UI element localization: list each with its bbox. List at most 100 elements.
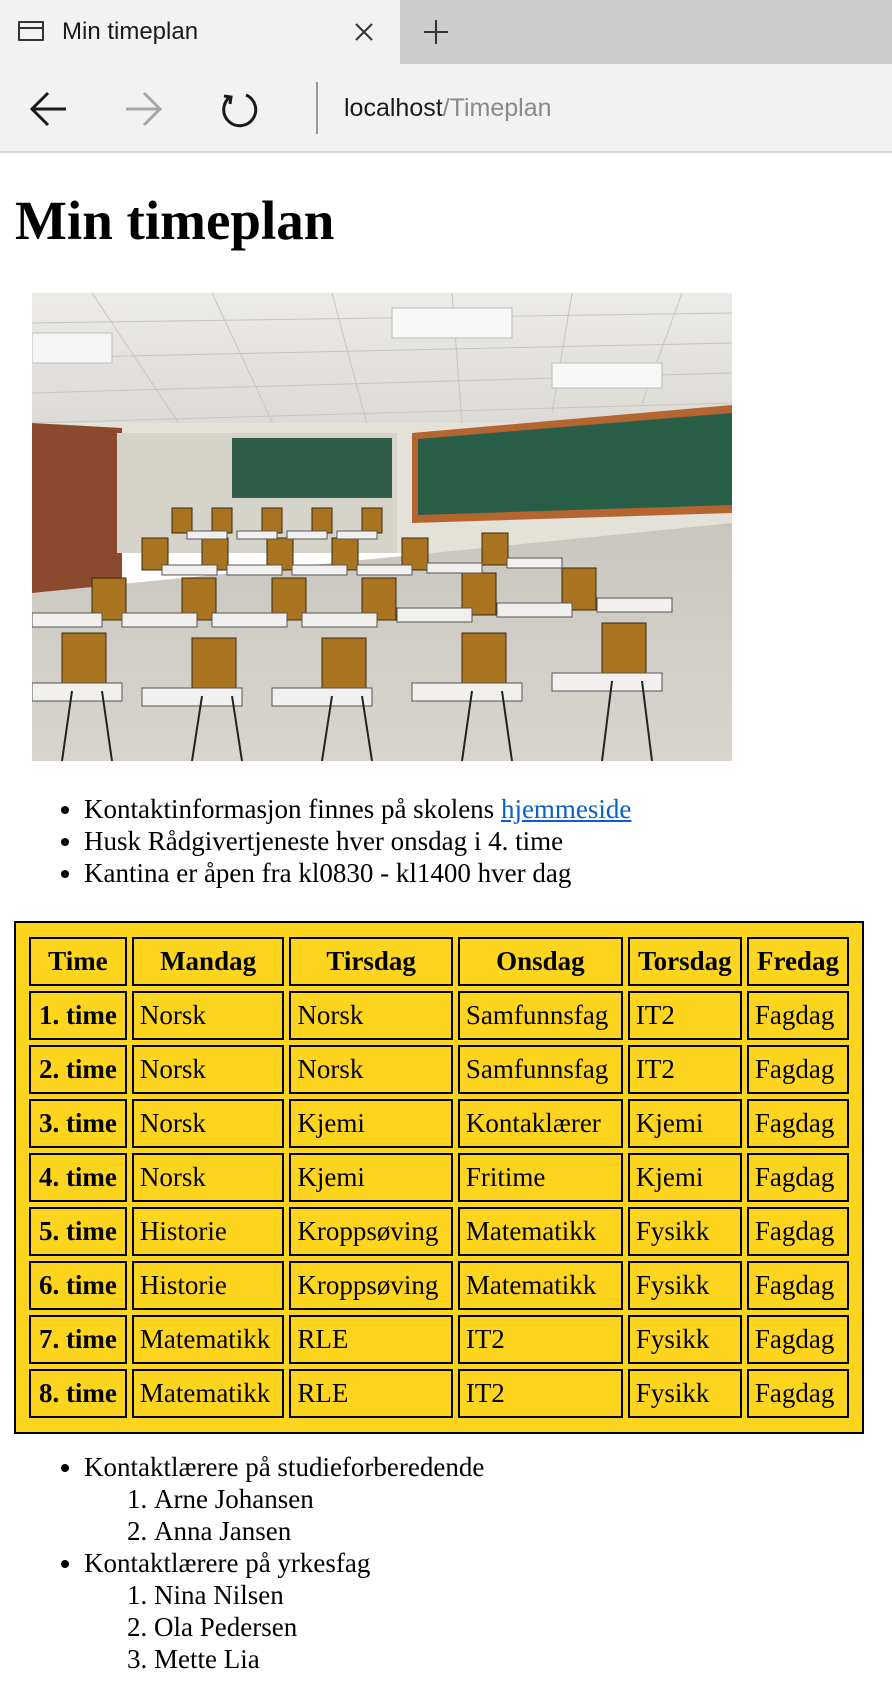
table-cell: Norsk	[131, 991, 285, 1040]
table-cell: Fysikk	[627, 1207, 742, 1256]
homepage-link[interactable]: hjemmeside	[501, 794, 631, 824]
row-header: 6. time	[29, 1261, 127, 1310]
table-cell: Fysikk	[627, 1369, 742, 1418]
table-cell: Kroppsøving	[289, 1207, 453, 1256]
table-cell: Fysikk	[627, 1315, 742, 1364]
row-header: 7. time	[29, 1315, 127, 1364]
teacher-group-title: Kontaktlærere på yrkesfag	[84, 1548, 371, 1578]
tab-title: Min timeplan	[62, 18, 199, 45]
table-cell: Fagdag	[746, 1099, 849, 1148]
table-row: 5. time Historie Kroppsøving Matematikk …	[29, 1207, 849, 1256]
column-header: Torsdag	[627, 937, 742, 986]
row-header: 5. time	[29, 1207, 127, 1256]
classroom-illustration	[32, 293, 732, 761]
table-cell: Kontaklærer	[457, 1099, 623, 1148]
teacher-name: Nina Nilsen	[154, 1579, 484, 1611]
table-cell: Norsk	[131, 1099, 285, 1148]
contact-info-text: Kontaktinformasjon finnes på skolens	[84, 794, 501, 824]
table-cell: Fysikk	[627, 1261, 742, 1310]
active-tab[interactable]: Min timeplan	[0, 0, 400, 64]
teacher-name: Anna Jansen	[154, 1515, 484, 1547]
column-header: Onsdag	[457, 937, 623, 986]
table-cell: Historie	[131, 1261, 285, 1310]
row-header: 8. time	[29, 1369, 127, 1418]
teacher-list: Nina Nilsen Ola Pedersen Mette Lia	[84, 1579, 484, 1675]
column-header: Tirsdag	[289, 937, 453, 986]
table-cell: Fagdag	[746, 1261, 849, 1310]
teacher-group-title: Kontaktlærere på studieforberedende	[84, 1452, 485, 1482]
table-cell: Norsk	[289, 991, 453, 1040]
table-cell: Fagdag	[746, 1369, 849, 1418]
teacher-name: Arne Johansen	[154, 1483, 484, 1515]
table-cell: Historie	[131, 1207, 285, 1256]
arrow-right-icon[interactable]	[120, 86, 166, 132]
close-icon[interactable]	[348, 16, 380, 48]
table-cell: Norsk	[131, 1153, 285, 1202]
navigation-bar: localhost/Timeplan	[0, 64, 892, 153]
classroom-photo	[32, 293, 732, 761]
teacher-name: Ola Pedersen	[154, 1611, 484, 1643]
table-cell: Matematikk	[457, 1261, 623, 1310]
teacher-name: Mette Lia	[154, 1643, 484, 1675]
table-cell: RLE	[289, 1315, 453, 1364]
row-header: 1. time	[29, 991, 127, 1040]
address-host: localhost	[344, 94, 443, 122]
list-item: Kantina er åpen fra kl0830 - kl1400 hver…	[84, 857, 631, 889]
column-header: Time	[29, 937, 127, 986]
table-cell: Samfunnsfag	[457, 991, 623, 1040]
teacher-group: Kontaktlærere på yrkesfag Nina Nilsen Ol…	[84, 1547, 484, 1675]
table-cell: Matematikk	[131, 1315, 285, 1364]
table-header-row: Time Mandag Tirsdag Onsdag Torsdag Freda…	[29, 937, 849, 986]
schedule-table: Time Mandag Tirsdag Onsdag Torsdag Freda…	[14, 921, 864, 1434]
table-cell: Fritime	[457, 1153, 623, 1202]
tab-bar: Min timeplan	[0, 0, 892, 64]
plus-icon[interactable]	[418, 14, 454, 50]
table-cell: Kjemi	[289, 1099, 453, 1148]
refresh-icon[interactable]	[216, 86, 262, 132]
teacher-group: Kontaktlærere på studieforberedende Arne…	[84, 1451, 484, 1547]
table-cell: IT2	[627, 1045, 742, 1094]
table-cell: Norsk	[131, 1045, 285, 1094]
table-cell: Fagdag	[746, 1207, 849, 1256]
table-cell: Kjemi	[627, 1099, 742, 1148]
page-title: Min timeplan	[15, 190, 335, 251]
table-cell: Fagdag	[746, 1315, 849, 1364]
table-cell: Fagdag	[746, 991, 849, 1040]
address-separator	[316, 82, 318, 134]
address-path: /Timeplan	[442, 94, 552, 122]
table-cell: Norsk	[289, 1045, 453, 1094]
table-cell: IT2	[457, 1369, 623, 1418]
tab-page-icon	[18, 21, 44, 41]
row-header: 2. time	[29, 1045, 127, 1094]
table-cell: Fagdag	[746, 1045, 849, 1094]
table-row: 6. time Historie Kroppsøving Matematikk …	[29, 1261, 849, 1310]
table-row: 4. time Norsk Kjemi Fritime Kjemi Fagdag	[29, 1153, 849, 1202]
teachers-section: Kontaktlærere på studieforberedende Arne…	[0, 1451, 484, 1675]
column-header: Fredag	[746, 937, 849, 986]
teacher-groups-list: Kontaktlærere på studieforberedende Arne…	[0, 1451, 484, 1675]
table-cell: Samfunnsfag	[457, 1045, 623, 1094]
table-row: 7. time Matematikk RLE IT2 Fysikk Fagdag	[29, 1315, 849, 1364]
table-cell: RLE	[289, 1369, 453, 1418]
table-cell: Matematikk	[131, 1369, 285, 1418]
table-cell: Kroppsøving	[289, 1261, 453, 1310]
row-header: 4. time	[29, 1153, 127, 1202]
teacher-list: Arne Johansen Anna Jansen	[84, 1483, 484, 1547]
table-row: 3. time Norsk Kjemi Kontaklærer Kjemi Fa…	[29, 1099, 849, 1148]
address-bar[interactable]: localhost/Timeplan	[344, 94, 552, 123]
row-header: 3. time	[29, 1099, 127, 1148]
info-list: Kontaktinformasjon finnes på skolens hje…	[0, 793, 631, 889]
table-cell: IT2	[627, 991, 742, 1040]
table-cell: Kjemi	[627, 1153, 742, 1202]
table-row: 1. time Norsk Norsk Samfunnsfag IT2 Fagd…	[29, 991, 849, 1040]
list-item: Kontaktinformasjon finnes på skolens hje…	[84, 793, 631, 825]
table-cell: IT2	[457, 1315, 623, 1364]
table-cell: Matematikk	[457, 1207, 623, 1256]
list-item: Husk Rådgivertjeneste hver onsdag i 4. t…	[84, 825, 631, 857]
column-header: Mandag	[131, 937, 285, 986]
table-row: 2. time Norsk Norsk Samfunnsfag IT2 Fagd…	[29, 1045, 849, 1094]
table-row: 8. time Matematikk RLE IT2 Fysikk Fagdag	[29, 1369, 849, 1418]
table-cell: Kjemi	[289, 1153, 453, 1202]
arrow-left-icon[interactable]	[26, 86, 72, 132]
table-cell: Fagdag	[746, 1153, 849, 1202]
